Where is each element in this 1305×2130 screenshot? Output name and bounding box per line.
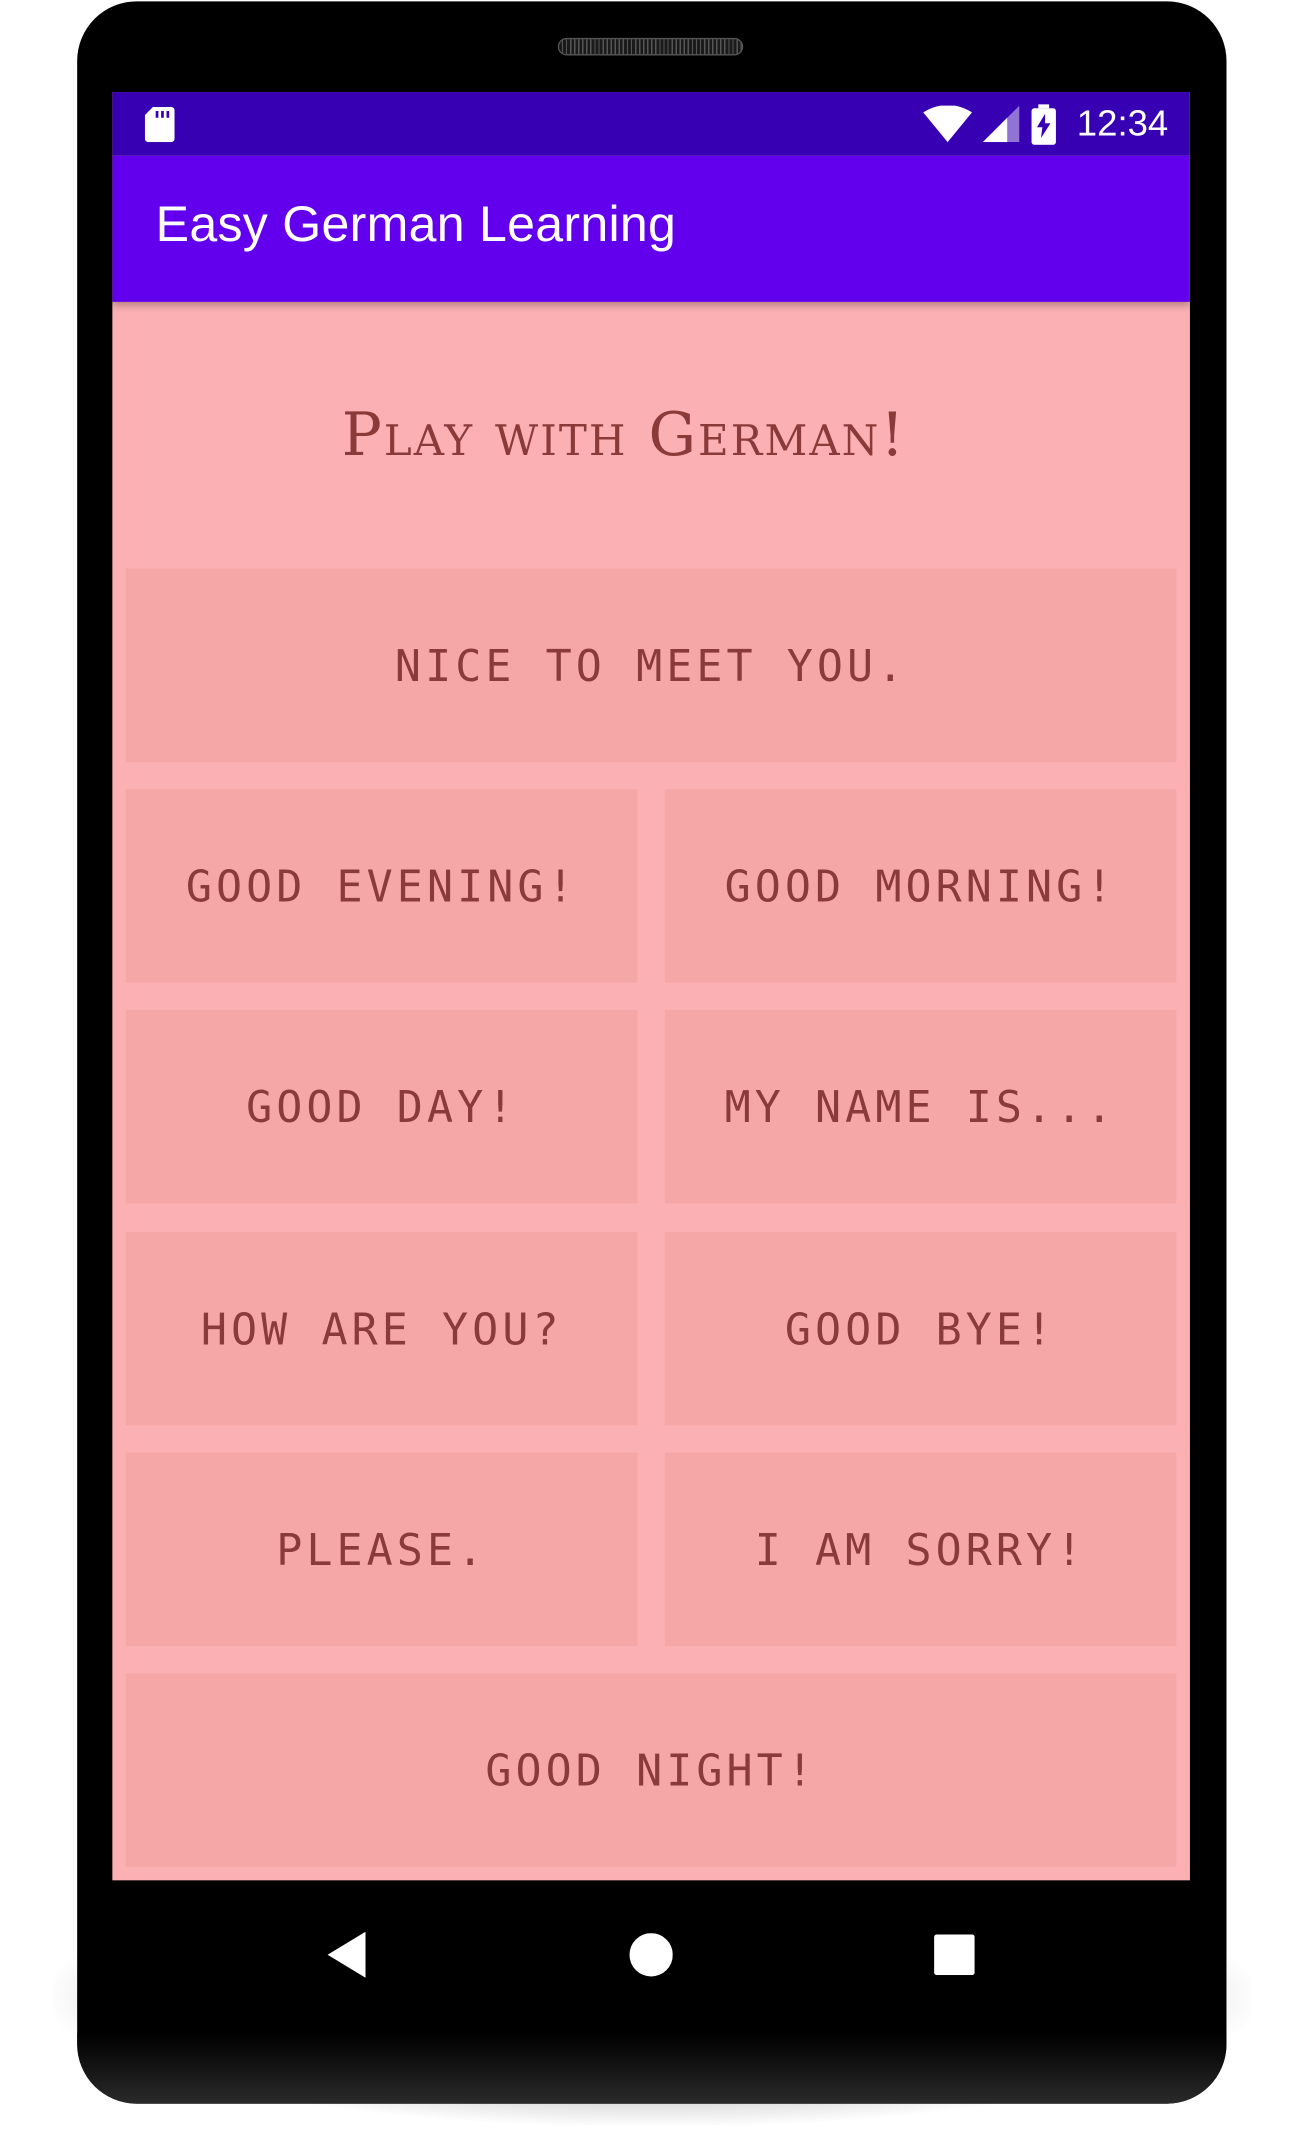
clock: 12:34	[1076, 102, 1169, 144]
phrase-button-good-evening[interactable]: GOOD EVENING!	[125, 789, 638, 983]
signal-icon	[983, 105, 1020, 143]
navigation-bar	[77, 1880, 1226, 2033]
speaker-grille	[557, 37, 744, 56]
app-bar: Easy German Learning	[112, 155, 1190, 302]
phone-chin	[77, 2033, 1227, 2104]
status-bar: 12:34	[112, 92, 1190, 156]
home-icon	[629, 1933, 673, 1977]
status-icons: 12:34	[923, 92, 1169, 156]
sd-card-icon	[144, 106, 175, 143]
phrase-button-nice-to-meet-you[interactable]: NICE TO MEET YOU.	[125, 568, 1177, 763]
phrase-button-i-am-sorry[interactable]: I AM SORRY!	[664, 1452, 1177, 1647]
app-screen: 12:34 Easy German Learning Play with Ger…	[112, 92, 1190, 1881]
phrase-button-good-night[interactable]: GOOD NIGHT!	[125, 1673, 1177, 1867]
phrase-button-good-day[interactable]: GOOD DAY!	[125, 1009, 638, 1204]
home-button[interactable]	[617, 1921, 685, 1989]
phrase-button-please[interactable]: PLEASE.	[125, 1452, 638, 1647]
phrase-button-my-name-is[interactable]: MY NAME IS...	[664, 1009, 1177, 1204]
back-icon	[327, 1931, 366, 1978]
phone-frame: 12:34 Easy German Learning Play with Ger…	[77, 1, 1227, 2104]
recents-icon	[934, 1934, 975, 1976]
app-title: Easy German Learning	[155, 196, 677, 252]
phrase-button-good-bye[interactable]: GOOD BYE!	[664, 1231, 1177, 1426]
battery-charging-icon	[1032, 103, 1057, 145]
phrase-button-good-morning[interactable]: GOOD MORNING!	[664, 789, 1177, 983]
recents-button[interactable]	[921, 1921, 989, 1989]
phrase-button-how-are-you[interactable]: HOW ARE YOU?	[125, 1231, 638, 1426]
page-heading: Play with German!	[341, 400, 907, 470]
back-button[interactable]	[314, 1921, 382, 1989]
wifi-icon	[923, 105, 973, 143]
